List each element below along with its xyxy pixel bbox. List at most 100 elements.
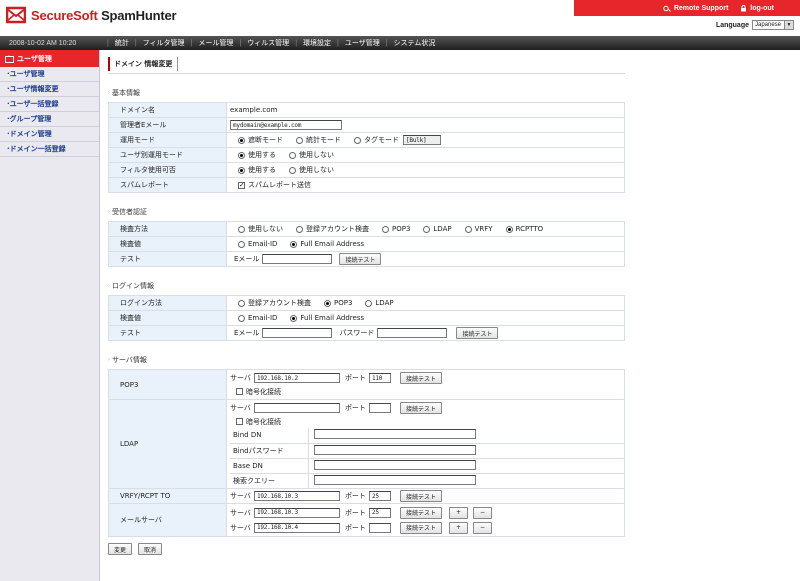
- recipient-test-button[interactable]: 接続テスト: [339, 253, 382, 265]
- mail1-test-button[interactable]: 接続テスト: [399, 506, 442, 519]
- server-label: サーバ: [230, 523, 251, 532]
- port-label: ポート: [344, 508, 366, 517]
- language-select[interactable]: Japanese ▼: [752, 20, 794, 30]
- login-emailid-radio[interactable]: [238, 314, 245, 322]
- recipient-email-label: Eメール: [234, 255, 260, 263]
- table-row: フィルタ使用可否 使用する 使用しない: [108, 162, 625, 178]
- ldap-server-field[interactable]: [253, 403, 340, 413]
- recipient-fulladdress-radio[interactable]: [290, 240, 298, 248]
- sidebar-item-user-bulk[interactable]: · ユーザ一括登録: [0, 97, 99, 112]
- section-server: › サーバ情報: [108, 355, 628, 365]
- nav-system[interactable]: システム状況: [388, 38, 442, 48]
- logout-link[interactable]: log-out: [740, 5, 774, 12]
- spam-report-label: スパムレポート: [108, 177, 227, 193]
- mode-stats-radio[interactable]: [296, 136, 303, 144]
- sidebar-item-label: ユーザ一括登録: [9, 100, 59, 108]
- nav-settings[interactable]: 環境設定: [297, 38, 337, 48]
- remove-server-button[interactable]: −: [472, 506, 492, 519]
- recipient-email-field[interactable]: [262, 254, 333, 264]
- login-ldap-radio[interactable]: [365, 299, 373, 307]
- base-dn-field[interactable]: [313, 459, 476, 470]
- add-server-button[interactable]: +: [448, 521, 468, 534]
- mode-block-radio[interactable]: [238, 136, 245, 144]
- tag-field[interactable]: [Bulk]: [403, 135, 441, 145]
- sidebar-item-user-management[interactable]: · ユーザ管理: [0, 67, 99, 82]
- mail1-port-field[interactable]: 25: [368, 507, 391, 518]
- recipient-account-radio[interactable]: [296, 225, 303, 233]
- pop3-port-field[interactable]: 110: [368, 373, 391, 383]
- server-info-table: POP3 サーバ 192.168.10.2 ポート 110 接続テスト 暗号化接…: [108, 369, 625, 537]
- mail2-server-field[interactable]: 192.168.10.4: [253, 522, 340, 533]
- ldap-test-button[interactable]: 接続テスト: [399, 402, 442, 414]
- remote-support-link[interactable]: Remote Support: [663, 5, 728, 12]
- change-button[interactable]: 変更: [108, 543, 133, 555]
- login-info-table: ログイン方法 登録アカウント検査 POP3 LDAP 検査値 Email-ID …: [108, 295, 625, 341]
- login-account-radio[interactable]: [238, 299, 245, 307]
- login-test-button[interactable]: 接続テスト: [456, 327, 499, 339]
- ldap-encrypt-checkbox[interactable]: [236, 418, 243, 425]
- recipient-opt-label: 登録アカウント検査: [306, 225, 369, 233]
- mode-block-label: 遮断モード: [248, 136, 283, 144]
- login-email-label: Eメール: [234, 329, 260, 337]
- nav-mail[interactable]: メール管理: [192, 38, 239, 48]
- recipient-emailid-radio[interactable]: [238, 240, 245, 248]
- mail2-test-button[interactable]: 接続テスト: [399, 521, 442, 534]
- cancel-button[interactable]: 取消: [138, 543, 163, 555]
- vrfy-label: VRFY/RCPT TO: [108, 488, 227, 504]
- ldap-port-field[interactable]: [368, 403, 391, 413]
- nav-statistics[interactable]: 統計: [109, 38, 135, 48]
- sidebar-item-domain-bulk[interactable]: · ドメイン一括登録: [0, 142, 99, 157]
- sidebar-item-group[interactable]: · グループ管理: [0, 112, 99, 127]
- recipient-ldap-radio[interactable]: [423, 225, 431, 233]
- spam-report-checkbox[interactable]: ✓: [238, 181, 245, 189]
- mail2-port-field[interactable]: [368, 522, 391, 533]
- sidebar-item-domain[interactable]: · ドメイン管理: [0, 127, 99, 142]
- filter-notuse-radio[interactable]: [289, 166, 296, 174]
- login-email-field[interactable]: [262, 328, 333, 338]
- recipient-pop3-radio[interactable]: [382, 225, 389, 233]
- mode-tag-radio[interactable]: [354, 136, 361, 144]
- server-label: サーバ: [230, 374, 251, 382]
- login-password-field[interactable]: [377, 328, 448, 338]
- login-opt-label: LDAP: [375, 299, 394, 307]
- remove-server-button[interactable]: −: [472, 521, 492, 534]
- pop3-encrypt-checkbox[interactable]: [236, 388, 243, 395]
- logo: SecureSoft SpamHunter: [5, 6, 177, 24]
- domain-value: example.com: [226, 102, 625, 118]
- bind-dn-field[interactable]: [313, 429, 476, 440]
- user-mode-use-radio[interactable]: [238, 151, 245, 159]
- bind-password-field[interactable]: [313, 444, 476, 455]
- recipient-vrfy-radio[interactable]: [464, 225, 472, 233]
- nav-filter[interactable]: フィルタ管理: [137, 38, 191, 48]
- search-query-field[interactable]: [313, 474, 476, 485]
- mail1-server-field[interactable]: 192.168.10.3: [253, 507, 340, 518]
- admin-email-field[interactable]: mydomain@example.com: [230, 120, 342, 130]
- nav-virus[interactable]: ウィルス管理: [241, 38, 295, 48]
- table-row: ユーザ別運用モード 使用する 使用しない: [108, 147, 625, 163]
- user-mode-notuse-radio[interactable]: [289, 151, 296, 159]
- brand-name: SecureSoft SpamHunter: [31, 8, 177, 23]
- vrfy-port-field[interactable]: 25: [368, 491, 391, 501]
- vrfy-server-field[interactable]: 192.168.10.3: [253, 491, 340, 501]
- filter-use-radio[interactable]: [238, 166, 245, 174]
- recipient-none-radio[interactable]: [238, 225, 245, 233]
- sidebar: ユーザ管理 · ユーザ管理 · ユーザ情報変更 · ユーザ一括登録 · グループ管理 ·…: [0, 50, 100, 581]
- recipient-rcptto-radio[interactable]: [505, 225, 513, 233]
- login-pop3-radio[interactable]: [324, 299, 331, 307]
- nav-users[interactable]: ユーザ管理: [339, 38, 386, 48]
- login-fulladdress-radio[interactable]: [290, 314, 298, 322]
- section-login: › ログイン情報: [108, 281, 628, 291]
- sidebar-title-label: ユーザ管理: [17, 54, 52, 63]
- add-server-button[interactable]: +: [448, 506, 468, 519]
- server-label: サーバ: [230, 508, 251, 517]
- table-row: VRFY/RCPT TO サーバ 192.168.10.3 ポート 25 接続テ…: [108, 488, 625, 504]
- login-value-opt: Full Email Address: [300, 314, 365, 322]
- bullet-icon: ›: [108, 283, 110, 289]
- user-mode-label: ユーザ別運用モード: [108, 147, 227, 163]
- logout-label: log-out: [750, 4, 774, 12]
- vrfy-test-button[interactable]: 接続テスト: [399, 490, 442, 502]
- sidebar-item-user-info[interactable]: · ユーザ情報変更: [0, 82, 99, 97]
- pop3-server-field[interactable]: 192.168.10.2: [253, 373, 340, 383]
- pop3-test-button[interactable]: 接続テスト: [399, 372, 442, 384]
- logout-icon: [741, 4, 747, 11]
